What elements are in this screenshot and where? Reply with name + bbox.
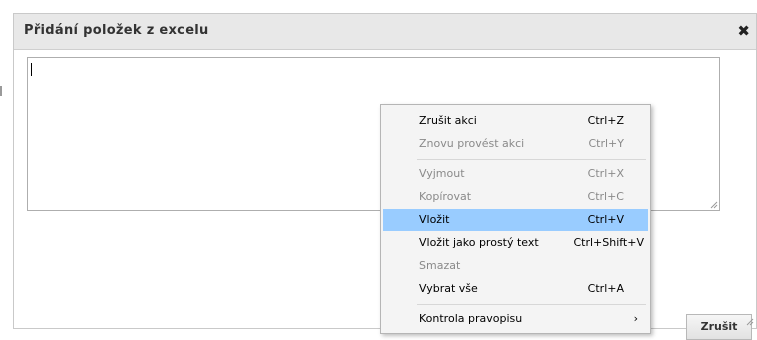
menu-item-shortcut: Ctrl+Y: [588, 137, 624, 150]
menu-item-undo[interactable]: Zrušit akci Ctrl+Z: [383, 110, 648, 132]
menu-item-redo[interactable]: Znovu provést akci Ctrl+Y: [383, 133, 648, 155]
menu-item-spellcheck[interactable]: Kontrola pravopisu ›: [383, 308, 648, 330]
menu-item-paste-plain-text[interactable]: Vložit jako prostý text Ctrl+Shift+V: [383, 232, 648, 254]
menu-item-label: Smazat: [419, 259, 461, 272]
menu-item-label: Vybrat vše: [419, 282, 478, 295]
menu-item-label: Vložit: [419, 213, 450, 226]
context-menu: Zrušit akci Ctrl+Z Znovu provést akci Ct…: [380, 104, 651, 334]
dialog-title: Přidání položek z excelu: [24, 23, 209, 38]
menu-item-delete[interactable]: Smazat: [383, 255, 648, 277]
menu-item-copy[interactable]: Kopírovat Ctrl+C: [383, 186, 648, 208]
menu-item-paste[interactable]: Vložit Ctrl+V: [383, 209, 648, 231]
menu-separator: [417, 159, 646, 160]
menu-item-shortcut: Ctrl+C: [587, 190, 624, 203]
menu-item-shortcut: Ctrl+V: [587, 213, 624, 226]
menu-item-label: Vyjmout: [419, 167, 465, 180]
menu-separator: [417, 304, 646, 305]
dialog-titlebar: Přidání položek z excelu ✖: [14, 14, 756, 50]
menu-item-shortcut: Ctrl+Shift+V: [573, 236, 644, 249]
menu-item-shortcut: Ctrl+A: [587, 282, 624, 295]
resize-grip-icon[interactable]: [710, 201, 718, 209]
text-caret: [31, 63, 32, 76]
menu-item-label: Znovu provést akci: [419, 137, 525, 150]
menu-item-label: Vložit jako prostý text: [419, 236, 539, 249]
page-edge-mark: [0, 86, 2, 96]
menu-item-label: Kopírovat: [419, 190, 472, 203]
menu-item-shortcut: Ctrl+Z: [587, 114, 624, 127]
menu-item-label: Zrušit akci: [419, 114, 477, 127]
menu-item-shortcut: Ctrl+X: [587, 167, 624, 180]
chevron-right-icon: ›: [633, 312, 638, 325]
menu-item-label: Kontrola pravopisu: [419, 312, 523, 325]
menu-item-select-all[interactable]: Vybrat vše Ctrl+A: [383, 278, 648, 300]
close-icon[interactable]: ✖: [737, 22, 750, 40]
menu-item-cut[interactable]: Vyjmout Ctrl+X: [383, 163, 648, 185]
dialog-resize-grip-icon[interactable]: [745, 317, 754, 326]
cancel-button[interactable]: Zrušit: [686, 314, 752, 340]
